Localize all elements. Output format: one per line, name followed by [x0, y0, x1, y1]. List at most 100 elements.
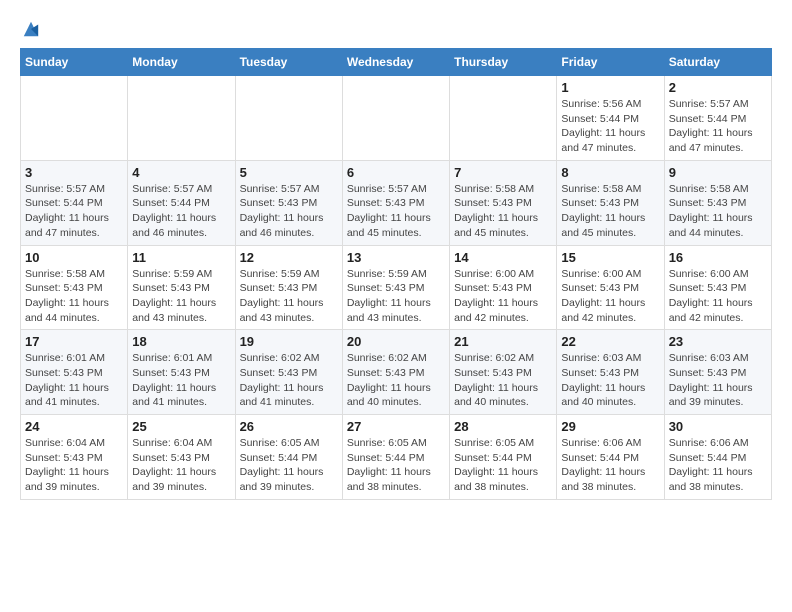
- day-info: Sunrise: 5:58 AM Sunset: 5:43 PM Dayligh…: [669, 182, 767, 241]
- day-info: Sunrise: 5:58 AM Sunset: 5:43 PM Dayligh…: [561, 182, 659, 241]
- column-header-monday: Monday: [128, 49, 235, 76]
- day-number: 11: [132, 250, 230, 265]
- day-info: Sunrise: 5:58 AM Sunset: 5:43 PM Dayligh…: [25, 267, 123, 326]
- column-header-thursday: Thursday: [450, 49, 557, 76]
- calendar-cell: [342, 76, 449, 161]
- calendar-cell: 25 Sunrise: 6:04 AM Sunset: 5:43 PM Dayli…: [128, 415, 235, 500]
- calendar-week-row: 1 Sunrise: 5:56 AM Sunset: 5:44 PM Daylig…: [21, 76, 772, 161]
- day-info: Sunrise: 6:01 AM Sunset: 5:43 PM Dayligh…: [132, 351, 230, 410]
- calendar-cell: 28 Sunrise: 6:05 AM Sunset: 5:44 PM Dayli…: [450, 415, 557, 500]
- day-number: 24: [25, 419, 123, 434]
- day-number: 21: [454, 334, 552, 349]
- calendar-cell: 30Sunrise: 6:06 AM Sunset: 5:44 PM Dayli…: [664, 415, 771, 500]
- day-info: Sunrise: 6:01 AM Sunset: 5:43 PM Dayligh…: [25, 351, 123, 410]
- day-number: 3: [25, 165, 123, 180]
- day-info: Sunrise: 6:00 AM Sunset: 5:43 PM Dayligh…: [561, 267, 659, 326]
- calendar-cell: 14Sunrise: 6:00 AM Sunset: 5:43 PM Dayli…: [450, 245, 557, 330]
- calendar-cell: 13 Sunrise: 5:59 AM Sunset: 5:43 PM Dayli…: [342, 245, 449, 330]
- calendar-cell: 7 Sunrise: 5:58 AM Sunset: 5:43 PM Daylig…: [450, 160, 557, 245]
- day-number: 14: [454, 250, 552, 265]
- calendar-cell: 26 Sunrise: 6:05 AM Sunset: 5:44 PM Dayli…: [235, 415, 342, 500]
- calendar-table: SundayMondayTuesdayWednesdayThursdayFrid…: [20, 48, 772, 500]
- column-header-tuesday: Tuesday: [235, 49, 342, 76]
- calendar-week-row: 24 Sunrise: 6:04 AM Sunset: 5:43 PM Dayli…: [21, 415, 772, 500]
- calendar-cell: 10 Sunrise: 5:58 AM Sunset: 5:43 PM Dayli…: [21, 245, 128, 330]
- day-number: 28: [454, 419, 552, 434]
- calendar-cell: [21, 76, 128, 161]
- calendar-cell: 1 Sunrise: 5:56 AM Sunset: 5:44 PM Daylig…: [557, 76, 664, 161]
- day-number: 30: [669, 419, 767, 434]
- day-info: Sunrise: 5:58 AM Sunset: 5:43 PM Dayligh…: [454, 182, 552, 241]
- calendar-cell: 9 Sunrise: 5:58 AM Sunset: 5:43 PM Daylig…: [664, 160, 771, 245]
- calendar-week-row: 3 Sunrise: 5:57 AM Sunset: 5:44 PM Daylig…: [21, 160, 772, 245]
- day-number: 4: [132, 165, 230, 180]
- calendar-week-row: 10 Sunrise: 5:58 AM Sunset: 5:43 PM Dayli…: [21, 245, 772, 330]
- calendar-cell: 6 Sunrise: 5:57 AM Sunset: 5:43 PM Daylig…: [342, 160, 449, 245]
- day-info: Sunrise: 5:57 AM Sunset: 5:43 PM Dayligh…: [347, 182, 445, 241]
- calendar-header-row: SundayMondayTuesdayWednesdayThursdayFrid…: [21, 49, 772, 76]
- calendar-cell: 4 Sunrise: 5:57 AM Sunset: 5:44 PM Daylig…: [128, 160, 235, 245]
- column-header-saturday: Saturday: [664, 49, 771, 76]
- day-info: Sunrise: 5:57 AM Sunset: 5:44 PM Dayligh…: [669, 97, 767, 156]
- day-info: Sunrise: 6:02 AM Sunset: 5:43 PM Dayligh…: [240, 351, 338, 410]
- logo: [20, 20, 40, 38]
- day-number: 23: [669, 334, 767, 349]
- day-number: 9: [669, 165, 767, 180]
- day-info: Sunrise: 5:57 AM Sunset: 5:43 PM Dayligh…: [240, 182, 338, 241]
- day-number: 19: [240, 334, 338, 349]
- day-number: 16: [669, 250, 767, 265]
- calendar-cell: 3 Sunrise: 5:57 AM Sunset: 5:44 PM Daylig…: [21, 160, 128, 245]
- day-info: Sunrise: 6:05 AM Sunset: 5:44 PM Dayligh…: [347, 436, 445, 495]
- column-header-sunday: Sunday: [21, 49, 128, 76]
- day-info: Sunrise: 6:00 AM Sunset: 5:43 PM Dayligh…: [669, 267, 767, 326]
- calendar-cell: 15 Sunrise: 6:00 AM Sunset: 5:43 PM Dayli…: [557, 245, 664, 330]
- day-info: Sunrise: 5:56 AM Sunset: 5:44 PM Dayligh…: [561, 97, 659, 156]
- calendar-cell: 8 Sunrise: 5:58 AM Sunset: 5:43 PM Daylig…: [557, 160, 664, 245]
- calendar-cell: 17 Sunrise: 6:01 AM Sunset: 5:43 PM Dayli…: [21, 330, 128, 415]
- calendar-cell: 5Sunrise: 5:57 AM Sunset: 5:43 PM Daylig…: [235, 160, 342, 245]
- day-info: Sunrise: 6:04 AM Sunset: 5:43 PM Dayligh…: [132, 436, 230, 495]
- day-info: Sunrise: 5:59 AM Sunset: 5:43 PM Dayligh…: [132, 267, 230, 326]
- day-info: Sunrise: 6:02 AM Sunset: 5:43 PM Dayligh…: [347, 351, 445, 410]
- day-number: 29: [561, 419, 659, 434]
- day-number: 27: [347, 419, 445, 434]
- day-number: 10: [25, 250, 123, 265]
- day-number: 1: [561, 80, 659, 95]
- calendar-cell: 2 Sunrise: 5:57 AM Sunset: 5:44 PM Daylig…: [664, 76, 771, 161]
- day-number: 6: [347, 165, 445, 180]
- calendar-cell: 16 Sunrise: 6:00 AM Sunset: 5:43 PM Dayli…: [664, 245, 771, 330]
- day-number: 17: [25, 334, 123, 349]
- day-info: Sunrise: 5:59 AM Sunset: 5:43 PM Dayligh…: [240, 267, 338, 326]
- day-info: Sunrise: 6:03 AM Sunset: 5:43 PM Dayligh…: [669, 351, 767, 410]
- calendar-cell: 22Sunrise: 6:03 AM Sunset: 5:43 PM Dayli…: [557, 330, 664, 415]
- calendar-week-row: 17 Sunrise: 6:01 AM Sunset: 5:43 PM Dayli…: [21, 330, 772, 415]
- day-info: Sunrise: 6:02 AM Sunset: 5:43 PM Dayligh…: [454, 351, 552, 410]
- day-info: Sunrise: 5:57 AM Sunset: 5:44 PM Dayligh…: [132, 182, 230, 241]
- calendar-cell: 24 Sunrise: 6:04 AM Sunset: 5:43 PM Dayli…: [21, 415, 128, 500]
- calendar-cell: 20 Sunrise: 6:02 AM Sunset: 5:43 PM Dayli…: [342, 330, 449, 415]
- calendar-cell: 21 Sunrise: 6:02 AM Sunset: 5:43 PM Dayli…: [450, 330, 557, 415]
- calendar-cell: 18 Sunrise: 6:01 AM Sunset: 5:43 PM Dayli…: [128, 330, 235, 415]
- day-info: Sunrise: 6:05 AM Sunset: 5:44 PM Dayligh…: [240, 436, 338, 495]
- day-number: 2: [669, 80, 767, 95]
- calendar-cell: 11 Sunrise: 5:59 AM Sunset: 5:43 PM Dayli…: [128, 245, 235, 330]
- day-number: 15: [561, 250, 659, 265]
- calendar-cell: 19 Sunrise: 6:02 AM Sunset: 5:43 PM Dayli…: [235, 330, 342, 415]
- day-number: 20: [347, 334, 445, 349]
- calendar-cell: 12Sunrise: 5:59 AM Sunset: 5:43 PM Dayli…: [235, 245, 342, 330]
- column-header-wednesday: Wednesday: [342, 49, 449, 76]
- day-number: 7: [454, 165, 552, 180]
- day-info: Sunrise: 6:06 AM Sunset: 5:44 PM Dayligh…: [561, 436, 659, 495]
- logo-icon: [22, 20, 40, 38]
- day-info: Sunrise: 5:57 AM Sunset: 5:44 PM Dayligh…: [25, 182, 123, 241]
- day-number: 18: [132, 334, 230, 349]
- day-info: Sunrise: 6:04 AM Sunset: 5:43 PM Dayligh…: [25, 436, 123, 495]
- day-info: Sunrise: 5:59 AM Sunset: 5:43 PM Dayligh…: [347, 267, 445, 326]
- day-number: 8: [561, 165, 659, 180]
- day-number: 26: [240, 419, 338, 434]
- day-number: 25: [132, 419, 230, 434]
- day-info: Sunrise: 6:05 AM Sunset: 5:44 PM Dayligh…: [454, 436, 552, 495]
- calendar-cell: 29 Sunrise: 6:06 AM Sunset: 5:44 PM Dayli…: [557, 415, 664, 500]
- day-number: 13: [347, 250, 445, 265]
- calendar-cell: [450, 76, 557, 161]
